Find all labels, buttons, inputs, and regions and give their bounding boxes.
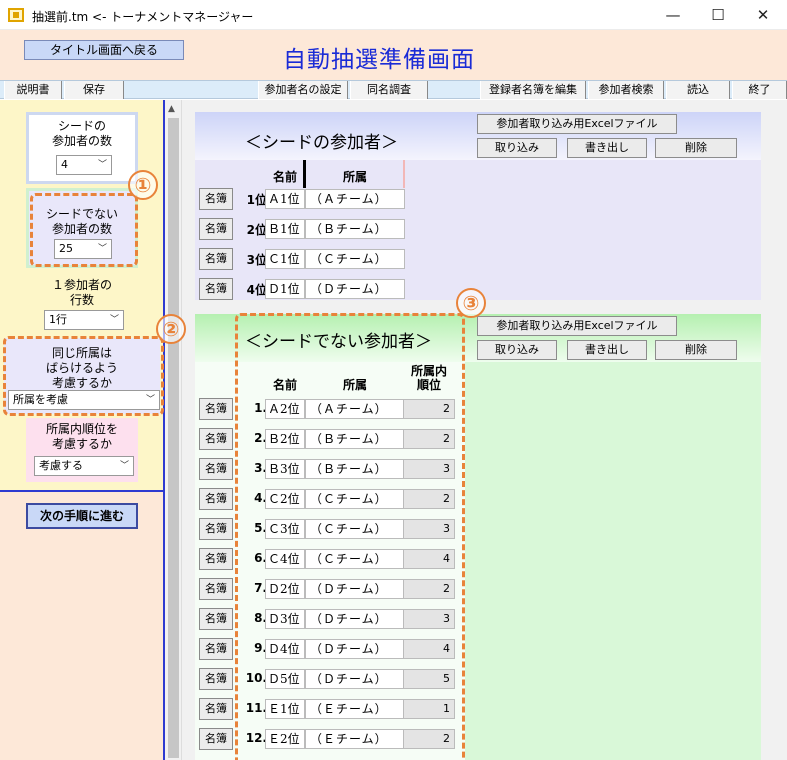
participant-name-settings-button[interactable]: 参加者名の設定 bbox=[258, 81, 348, 99]
toolbar: 説明書 保存 参加者名の設定 同名調査 登録者名簿を編集 参加者検索 読込 終了 bbox=[0, 80, 787, 99]
app-icon bbox=[8, 8, 24, 22]
minimize-button[interactable]: — bbox=[650, 0, 696, 30]
registry-button[interactable]: 名簿 bbox=[199, 248, 233, 270]
search-participant-button[interactable]: 参加者検索 bbox=[588, 81, 664, 99]
seed-count-box: シードの 参加者の数 4 ﹀ bbox=[26, 112, 138, 184]
left-settings-area: シードの 参加者の数 4 ﹀ シードでない 参加者の数 25 ﹀ １参加者の 行数 … bbox=[0, 100, 163, 490]
rows-label-2: 行数 bbox=[69, 293, 94, 307]
registry-button[interactable]: 名簿 bbox=[199, 398, 233, 420]
seed-import-button[interactable]: 取り込み bbox=[477, 138, 557, 158]
registry-button[interactable]: 名簿 bbox=[199, 218, 233, 240]
registry-button[interactable]: 名簿 bbox=[199, 428, 233, 450]
registry-button[interactable]: 名簿 bbox=[199, 278, 233, 300]
seed-section-title: ＜シードの参加者＞ bbox=[245, 133, 398, 153]
registry-button[interactable]: 名簿 bbox=[199, 728, 233, 750]
seed-excel-button[interactable]: 参加者取り込み用Excelファイル bbox=[477, 114, 677, 134]
table-row: 名簿 1位 Ａ1位 （Ａチーム） bbox=[199, 188, 419, 210]
nonseed-delete-button[interactable]: 削除 bbox=[655, 340, 737, 360]
seed-count-select[interactable]: 4 ﹀ bbox=[56, 155, 112, 175]
load-button[interactable]: 読込 bbox=[666, 81, 730, 99]
affiliation-field[interactable]: （Ｃチーム） bbox=[305, 249, 405, 269]
registry-button[interactable]: 名簿 bbox=[199, 458, 233, 480]
annotation-badge-3: ③ bbox=[456, 288, 486, 318]
header: タイトル画面へ戻る 自動抽選準備画面 bbox=[0, 30, 787, 80]
registry-button[interactable]: 名簿 bbox=[199, 608, 233, 630]
page-title: 自動抽選準備画面 bbox=[283, 47, 475, 73]
chevron-down-icon: ﹀ bbox=[97, 160, 107, 170]
consider-order-box: 所属内順位を 考慮するか 考慮する ﹀ bbox=[26, 418, 138, 482]
table-row: 名簿 3位 Ｃ1位 （Ｃチーム） bbox=[199, 248, 419, 270]
column-divider bbox=[403, 160, 405, 188]
rows-per-participant-box: １参加者の 行数 1行 ﹀ bbox=[26, 274, 138, 334]
affiliation-field[interactable]: （Ａチーム） bbox=[305, 189, 405, 209]
chevron-down-icon: ﹀ bbox=[119, 461, 129, 471]
annotation-highlight-2 bbox=[3, 336, 164, 416]
save-button[interactable]: 保存 bbox=[64, 81, 124, 99]
next-step-button[interactable]: 次の手順に進む bbox=[26, 503, 138, 529]
registry-button[interactable]: 名簿 bbox=[199, 578, 233, 600]
order-value: 考慮する bbox=[39, 459, 83, 472]
seed-delete-button[interactable]: 削除 bbox=[655, 138, 737, 158]
app-window: 抽選前.tm <- トーナメントマネージャー — ☐ ✕ タイトル画面へ戻る 自… bbox=[0, 0, 787, 760]
registry-button[interactable]: 名簿 bbox=[199, 488, 233, 510]
same-name-check-button[interactable]: 同名調査 bbox=[350, 81, 428, 99]
nonseed-export-button[interactable]: 書き出し bbox=[567, 340, 647, 360]
nonseed-import-button[interactable]: 取り込み bbox=[477, 340, 557, 360]
name-field[interactable]: Ｃ1位 bbox=[265, 249, 305, 269]
left-divider bbox=[0, 490, 163, 492]
order-label: 所属内順位を bbox=[45, 422, 118, 436]
exit-button[interactable]: 終了 bbox=[732, 81, 787, 99]
nonseed-excel-button[interactable]: 参加者取り込み用Excelファイル bbox=[477, 316, 677, 336]
rank-label: 2位 bbox=[246, 223, 267, 237]
seed-participants-panel: ＜シードの参加者＞ 参加者取り込み用Excelファイル 取り込み 書き出し 削除… bbox=[195, 112, 761, 300]
rank-label: 4位 bbox=[246, 283, 267, 297]
annotation-highlight-3 bbox=[235, 313, 465, 760]
annotation-badge-2: ② bbox=[156, 314, 186, 344]
edit-registry-button[interactable]: 登録者名簿を編集 bbox=[480, 81, 586, 99]
annotation-badge-1: ① bbox=[128, 170, 158, 200]
rank-label: 3位 bbox=[246, 253, 267, 267]
registry-button[interactable]: 名簿 bbox=[199, 698, 233, 720]
column-divider bbox=[303, 160, 306, 188]
seed-export-button[interactable]: 書き出し bbox=[567, 138, 647, 158]
registry-button[interactable]: 名簿 bbox=[199, 548, 233, 570]
name-field[interactable]: Ｄ1位 bbox=[265, 279, 305, 299]
right-strip bbox=[761, 100, 787, 760]
affiliation-field[interactable]: （Ｄチーム） bbox=[305, 279, 405, 299]
scrollbar-thumb[interactable] bbox=[168, 118, 179, 758]
scroll-up-icon[interactable]: ▲ bbox=[168, 104, 175, 114]
close-button[interactable]: ✕ bbox=[740, 0, 786, 30]
manual-button[interactable]: 説明書 bbox=[4, 81, 62, 99]
registry-button[interactable]: 名簿 bbox=[199, 668, 233, 690]
table-row: 名簿 4位 Ｄ1位 （Ｄチーム） bbox=[199, 278, 419, 300]
seed-count-label-2: 参加者の数 bbox=[51, 134, 112, 148]
name-field[interactable]: Ａ1位 bbox=[265, 189, 305, 209]
annotation-highlight-1 bbox=[30, 193, 138, 267]
seed-col-affiliation: 所属 bbox=[342, 170, 367, 184]
window-title: 抽選前.tm <- トーナメントマネージャー bbox=[32, 10, 254, 24]
seed-count-value: 4 bbox=[61, 158, 68, 171]
chevron-down-icon: ﹀ bbox=[109, 315, 119, 325]
rows-select[interactable]: 1行 ﹀ bbox=[44, 310, 124, 330]
rank-label: 1位 bbox=[246, 193, 267, 207]
seed-count-label: シードの bbox=[57, 119, 106, 133]
order-label-2: 考慮するか bbox=[51, 437, 112, 451]
seed-col-name: 名前 bbox=[272, 170, 297, 184]
title-bar: 抽選前.tm <- トーナメントマネージャー — ☐ ✕ bbox=[0, 0, 787, 30]
maximize-button[interactable]: ☐ bbox=[695, 0, 741, 30]
name-field[interactable]: Ｂ1位 bbox=[265, 219, 305, 239]
registry-button[interactable]: 名簿 bbox=[199, 518, 233, 540]
back-to-title-button[interactable]: タイトル画面へ戻る bbox=[24, 40, 184, 60]
seed-header: ＜シードの参加者＞ 参加者取り込み用Excelファイル 取り込み 書き出し 削除 bbox=[195, 112, 761, 160]
rows-value: 1行 bbox=[49, 313, 67, 326]
rows-label: １参加者の bbox=[51, 278, 112, 292]
registry-button[interactable]: 名簿 bbox=[199, 188, 233, 210]
registry-button[interactable]: 名簿 bbox=[199, 638, 233, 660]
consider-order-select[interactable]: 考慮する ﹀ bbox=[34, 456, 134, 476]
affiliation-field[interactable]: （Ｂチーム） bbox=[305, 219, 405, 239]
table-row: 名簿 2位 Ｂ1位 （Ｂチーム） bbox=[199, 218, 419, 240]
vertical-scrollbar[interactable]: ▲ bbox=[165, 100, 182, 760]
